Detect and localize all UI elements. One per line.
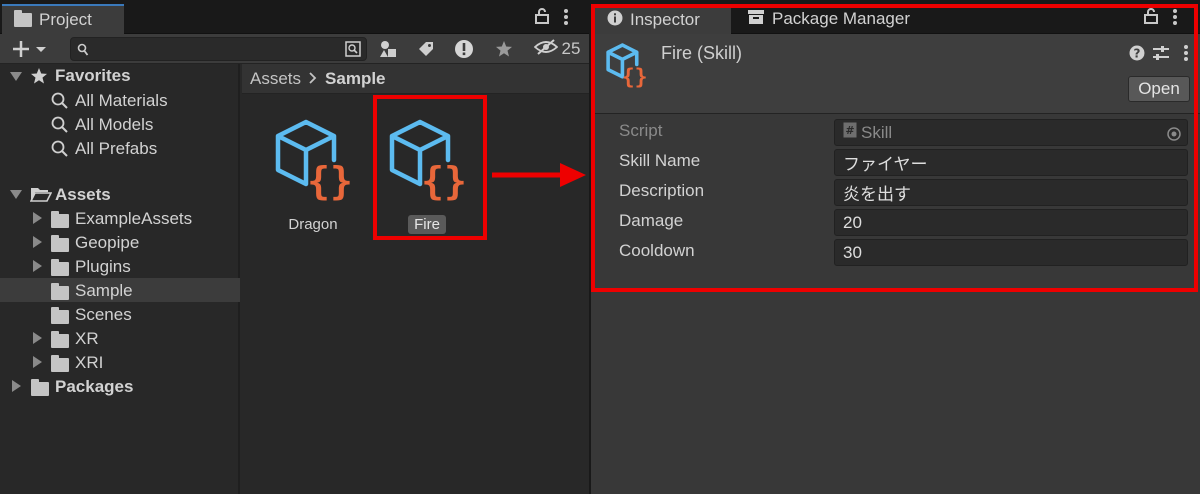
folder-icon	[14, 10, 32, 27]
tree-assets-label: Assets	[55, 185, 111, 204]
tree-folder-item[interactable]: Geopipe	[0, 230, 240, 254]
tree-folder-label: ExampleAssets	[75, 209, 193, 228]
eye-slash-icon	[533, 38, 558, 60]
folder-icon	[51, 235, 69, 252]
breadcrumb-current[interactable]: Sample	[325, 69, 385, 89]
tree-favorite-label: All Materials	[75, 91, 168, 110]
breadcrumb-root[interactable]: Assets	[250, 69, 301, 89]
expand-arrow-icon[interactable]	[12, 380, 21, 392]
tree-folder-label: Scenes	[75, 305, 132, 324]
folder-icon	[51, 331, 69, 348]
tab-project[interactable]: Project	[2, 4, 124, 34]
filter-by-log-type-icon[interactable]	[450, 36, 478, 62]
tree-folder-label: XRI	[75, 353, 104, 372]
search-by-type-icon[interactable]	[344, 40, 362, 63]
tree-folder-item[interactable]: XR	[0, 326, 240, 350]
collapse-arrow-icon[interactable]	[10, 72, 22, 81]
tree-folder-item[interactable]: Scenes	[0, 302, 240, 326]
expand-arrow-icon[interactable]	[33, 236, 42, 248]
tree-folder-item-selected[interactable]: Sample	[0, 278, 240, 302]
project-toolbar: 25	[0, 34, 589, 64]
filter-by-type-icon[interactable]	[374, 36, 402, 62]
tree-favorite-label: All Models	[75, 115, 154, 134]
hidden-packages-toggle[interactable]: 25	[530, 36, 584, 62]
tree-folder-label: Geopipe	[75, 233, 140, 252]
tree-folder-item[interactable]: Plugins	[0, 254, 240, 278]
hidden-count: 25	[561, 39, 581, 58]
search-icon	[77, 42, 89, 62]
tree-favorites-label: Favorites	[55, 66, 131, 85]
tree-folder-label: Plugins	[75, 257, 131, 276]
tree-packages-label: Packages	[55, 377, 134, 396]
project-tab-bar: Project	[0, 0, 589, 34]
tree-packages[interactable]: Packages	[0, 374, 240, 398]
more-menu-icon[interactable]	[563, 8, 569, 31]
tree-folder-label: XR	[75, 329, 99, 348]
folder-icon	[51, 307, 69, 324]
search-input[interactable]	[70, 37, 367, 61]
tree-favorites[interactable]: Favorites	[0, 64, 240, 88]
expand-arrow-icon[interactable]	[33, 260, 42, 272]
create-button[interactable]	[10, 36, 54, 62]
scriptable-object-icon: {}	[268, 119, 358, 210]
expand-arrow-icon[interactable]	[33, 356, 42, 368]
tree-folder-item[interactable]: ExampleAssets	[0, 206, 240, 230]
highlight-box-inspector	[591, 4, 1198, 292]
chevron-right-icon	[309, 69, 317, 89]
folder-icon	[51, 211, 69, 228]
folder-icon	[51, 355, 69, 372]
tree-folder-label: Sample	[75, 281, 133, 300]
asset-tile-dragon[interactable]: {} Dragon	[268, 116, 358, 234]
tab-project-label: Project	[39, 10, 92, 29]
pointer-arrow	[490, 160, 590, 195]
lock-icon[interactable]	[535, 8, 549, 29]
star-icon[interactable]	[490, 36, 518, 62]
tree-favorite-item[interactable]: All Prefabs	[0, 136, 240, 160]
tree-assets[interactable]: Assets	[0, 182, 240, 206]
breadcrumb: Assets Sample	[242, 64, 589, 94]
project-window: Project 25 Favorites All Materials All M…	[0, 0, 589, 494]
project-folder-tree: Favorites All Materials All Models All P…	[0, 64, 240, 494]
tree-folder-item[interactable]: XRI	[0, 350, 240, 374]
search-icon	[51, 140, 69, 163]
collapse-arrow-icon[interactable]	[10, 190, 22, 199]
asset-tile-label: Dragon	[288, 216, 338, 233]
star-icon	[30, 67, 48, 90]
highlight-box-fire-asset	[373, 95, 487, 240]
tree-favorite-label: All Prefabs	[75, 139, 158, 158]
tree-favorite-item[interactable]: All Models	[0, 112, 240, 136]
folder-icon	[51, 283, 69, 300]
expand-arrow-icon[interactable]	[33, 212, 42, 224]
folder-icon	[51, 259, 69, 276]
folder-icon	[31, 379, 49, 396]
folder-open-icon	[29, 186, 53, 207]
tree-favorite-item[interactable]: All Materials	[0, 88, 240, 112]
filter-by-label-icon[interactable]	[412, 36, 440, 62]
svg-text:{}: {}	[307, 159, 353, 203]
expand-arrow-icon[interactable]	[33, 332, 42, 344]
